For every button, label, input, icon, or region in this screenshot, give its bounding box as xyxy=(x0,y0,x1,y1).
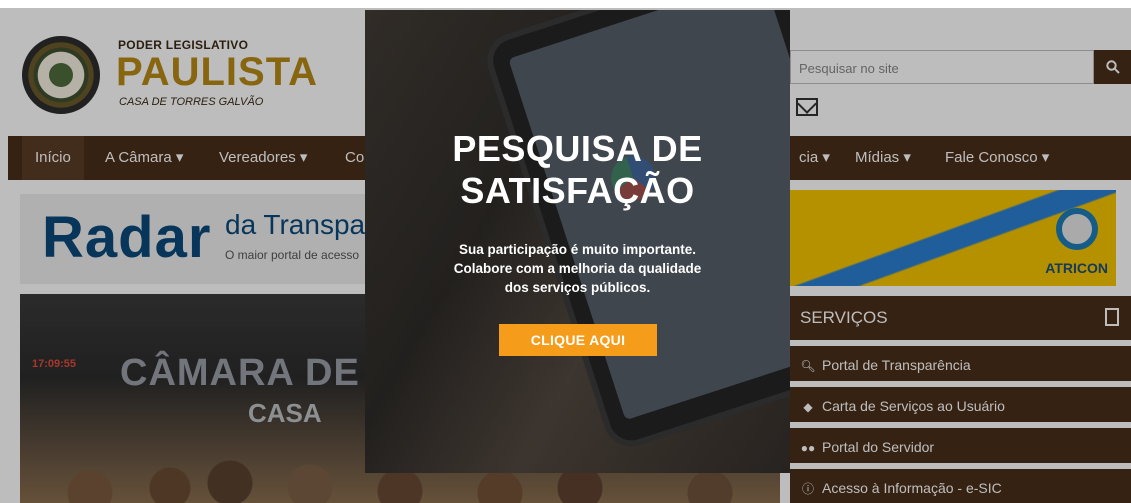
modal-message-line-2: Colabore com a melhoria da qualidade xyxy=(453,261,702,276)
tablet-photo xyxy=(487,10,790,447)
satisfaction-survey-modal: PESQUISA DE SATISFAÇÃO Sua participação … xyxy=(365,10,790,473)
modal-title-line-2: SATISFAÇÃO xyxy=(460,170,695,211)
page: PODER LEGISLATIVO PAULISTA CASA DE TORRE… xyxy=(0,0,1131,503)
clique-aqui-button[interactable]: CLIQUE AQUI xyxy=(499,324,657,356)
top-strip xyxy=(0,0,1131,8)
modal-message-line-1: Sua participação é muito importante. xyxy=(458,242,697,257)
modal-message: Sua participação é muito importante. Col… xyxy=(365,240,790,297)
modal-title-line-1: PESQUISA DE xyxy=(452,128,703,169)
modal-message-line-3: dos serviços públicos. xyxy=(504,280,651,295)
modal-title: PESQUISA DE SATISFAÇÃO xyxy=(365,128,790,212)
tablet-screen xyxy=(508,10,790,421)
